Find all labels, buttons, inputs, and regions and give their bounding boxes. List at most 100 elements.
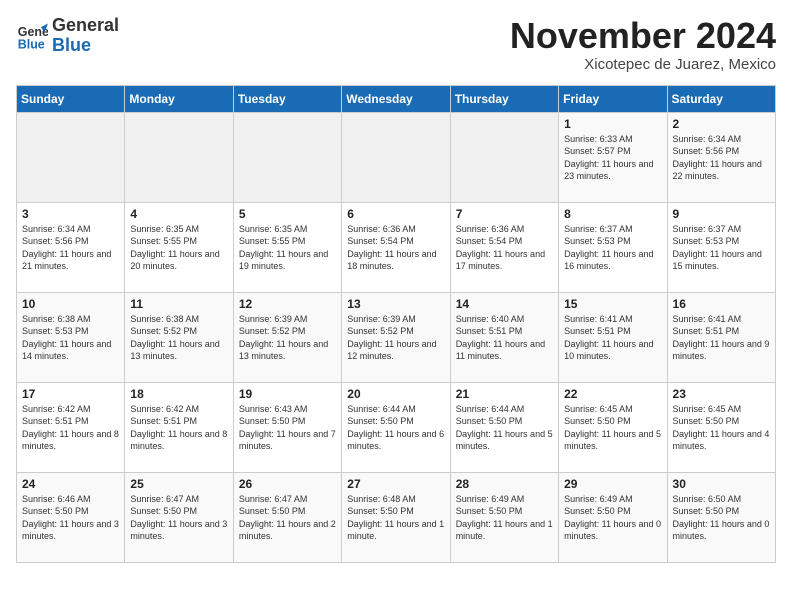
- day-number: 30: [673, 477, 770, 491]
- col-tuesday: Tuesday: [233, 85, 341, 112]
- day-cell: 29 Sunrise: 6:49 AM Sunset: 5:50 PM Dayli…: [559, 472, 667, 562]
- day-info: Sunrise: 6:37 AM Sunset: 5:53 PM Dayligh…: [673, 223, 770, 273]
- title-block: November 2024 Xicotepec de Juarez, Mexic…: [510, 16, 776, 73]
- day-info: Sunrise: 6:43 AM Sunset: 5:50 PM Dayligh…: [239, 403, 336, 453]
- day-number: 20: [347, 387, 444, 401]
- day-cell: [125, 112, 233, 202]
- day-number: 27: [347, 477, 444, 491]
- day-cell: 12 Sunrise: 6:39 AM Sunset: 5:52 PM Dayli…: [233, 292, 341, 382]
- day-info: Sunrise: 6:44 AM Sunset: 5:50 PM Dayligh…: [347, 403, 444, 453]
- day-cell: 11Sunrise: 6:38 AM Sunset: 5:52 PM Dayli…: [125, 292, 233, 382]
- day-info: Sunrise: 6:36 AM Sunset: 5:54 PM Dayligh…: [347, 223, 444, 273]
- day-info: Sunrise: 6:39 AM Sunset: 5:52 PM Dayligh…: [239, 313, 336, 363]
- day-number: 10: [22, 297, 119, 311]
- day-cell: 17Sunrise: 6:42 AM Sunset: 5:51 PM Dayli…: [17, 382, 125, 472]
- day-info: Sunrise: 6:41 AM Sunset: 5:51 PM Dayligh…: [673, 313, 770, 363]
- day-cell: 24 Sunrise: 6:46 AM Sunset: 5:50 PM Dayli…: [17, 472, 125, 562]
- day-number: 17: [22, 387, 119, 401]
- day-number: 15: [564, 297, 661, 311]
- day-info: Sunrise: 6:47 AM Sunset: 5:50 PM Dayligh…: [130, 493, 227, 543]
- day-info: Sunrise: 6:38 AM Sunset: 5:53 PM Dayligh…: [22, 313, 119, 363]
- day-number: 11: [130, 297, 227, 311]
- header-row: Sunday Monday Tuesday Wednesday Thursday…: [17, 85, 776, 112]
- day-cell: 16 Sunrise: 6:41 AM Sunset: 5:51 PM Dayli…: [667, 292, 775, 382]
- week-row-5: 24 Sunrise: 6:46 AM Sunset: 5:50 PM Dayli…: [17, 472, 776, 562]
- day-info: Sunrise: 6:34 AM Sunset: 5:56 PM Dayligh…: [673, 133, 770, 183]
- day-cell: 8 Sunrise: 6:37 AM Sunset: 5:53 PM Daylig…: [559, 202, 667, 292]
- day-cell: 7 Sunrise: 6:36 AM Sunset: 5:54 PM Daylig…: [450, 202, 558, 292]
- day-cell: 6Sunrise: 6:36 AM Sunset: 5:54 PM Daylig…: [342, 202, 450, 292]
- day-number: 23: [673, 387, 770, 401]
- day-info: Sunrise: 6:42 AM Sunset: 5:51 PM Dayligh…: [130, 403, 227, 453]
- day-number: 8: [564, 207, 661, 221]
- logo-blue-text: Blue: [52, 36, 119, 56]
- day-cell: 28 Sunrise: 6:49 AM Sunset: 5:50 PM Dayli…: [450, 472, 558, 562]
- day-cell: 1 Sunrise: 6:33 AM Sunset: 5:57 PM Daylig…: [559, 112, 667, 202]
- day-cell: 5Sunrise: 6:35 AM Sunset: 5:55 PM Daylig…: [233, 202, 341, 292]
- day-cell: 15 Sunrise: 6:41 AM Sunset: 5:51 PM Dayli…: [559, 292, 667, 382]
- day-cell: 9 Sunrise: 6:37 AM Sunset: 5:53 PM Daylig…: [667, 202, 775, 292]
- logo-text: General Blue: [52, 16, 119, 56]
- day-number: 2: [673, 117, 770, 131]
- day-cell: 25 Sunrise: 6:47 AM Sunset: 5:50 PM Dayli…: [125, 472, 233, 562]
- location-subtitle: Xicotepec de Juarez, Mexico: [510, 56, 776, 73]
- day-number: 7: [456, 207, 553, 221]
- calendar-body: 1 Sunrise: 6:33 AM Sunset: 5:57 PM Daylig…: [17, 112, 776, 562]
- col-wednesday: Wednesday: [342, 85, 450, 112]
- day-info: Sunrise: 6:39 AM Sunset: 5:52 PM Dayligh…: [347, 313, 444, 363]
- day-number: 9: [673, 207, 770, 221]
- day-number: 19: [239, 387, 336, 401]
- day-info: Sunrise: 6:41 AM Sunset: 5:51 PM Dayligh…: [564, 313, 661, 363]
- day-cell: 10 Sunrise: 6:38 AM Sunset: 5:53 PM Dayli…: [17, 292, 125, 382]
- day-number: 25: [130, 477, 227, 491]
- logo-general-text: General: [52, 16, 119, 36]
- header: General Blue General Blue November 2024 …: [16, 16, 776, 73]
- day-cell: 26 Sunrise: 6:47 AM Sunset: 5:50 PM Dayli…: [233, 472, 341, 562]
- svg-text:Blue: Blue: [18, 37, 45, 51]
- day-cell: 27Sunrise: 6:48 AM Sunset: 5:50 PM Dayli…: [342, 472, 450, 562]
- day-number: 12: [239, 297, 336, 311]
- day-number: 22: [564, 387, 661, 401]
- day-cell: 18 Sunrise: 6:42 AM Sunset: 5:51 PM Dayli…: [125, 382, 233, 472]
- day-number: 29: [564, 477, 661, 491]
- logo: General Blue General Blue: [16, 16, 119, 56]
- week-row-1: 1 Sunrise: 6:33 AM Sunset: 5:57 PM Daylig…: [17, 112, 776, 202]
- day-info: Sunrise: 6:37 AM Sunset: 5:53 PM Dayligh…: [564, 223, 661, 273]
- day-number: 18: [130, 387, 227, 401]
- day-info: Sunrise: 6:49 AM Sunset: 5:50 PM Dayligh…: [456, 493, 553, 543]
- day-info: Sunrise: 6:50 AM Sunset: 5:50 PM Dayligh…: [673, 493, 770, 543]
- day-info: Sunrise: 6:49 AM Sunset: 5:50 PM Dayligh…: [564, 493, 661, 543]
- day-info: Sunrise: 6:35 AM Sunset: 5:55 PM Dayligh…: [239, 223, 336, 273]
- day-cell: 13Sunrise: 6:39 AM Sunset: 5:52 PM Dayli…: [342, 292, 450, 382]
- day-info: Sunrise: 6:40 AM Sunset: 5:51 PM Dayligh…: [456, 313, 553, 363]
- month-title: November 2024: [510, 16, 776, 56]
- day-cell: 14Sunrise: 6:40 AM Sunset: 5:51 PM Dayli…: [450, 292, 558, 382]
- day-number: 21: [456, 387, 553, 401]
- col-sunday: Sunday: [17, 85, 125, 112]
- day-info: Sunrise: 6:45 AM Sunset: 5:50 PM Dayligh…: [673, 403, 770, 453]
- day-cell: [342, 112, 450, 202]
- col-saturday: Saturday: [667, 85, 775, 112]
- day-info: Sunrise: 6:44 AM Sunset: 5:50 PM Dayligh…: [456, 403, 553, 453]
- week-row-4: 17 Sunrise: 6:42 AM Sunset: 5:51 PM Dayli…: [17, 382, 776, 472]
- col-thursday: Thursday: [450, 85, 558, 112]
- day-cell: 21 Sunrise: 6:44 AM Sunset: 5:50 PM Dayli…: [450, 382, 558, 472]
- week-row-3: 10 Sunrise: 6:38 AM Sunset: 5:53 PM Dayli…: [17, 292, 776, 382]
- calendar-header: Sunday Monday Tuesday Wednesday Thursday…: [17, 85, 776, 112]
- col-friday: Friday: [559, 85, 667, 112]
- day-cell: 4 Sunrise: 6:35 AM Sunset: 5:55 PM Daylig…: [125, 202, 233, 292]
- day-number: 28: [456, 477, 553, 491]
- day-number: 1: [564, 117, 661, 131]
- day-info: Sunrise: 6:46 AM Sunset: 5:50 PM Dayligh…: [22, 493, 119, 543]
- day-info: Sunrise: 6:33 AM Sunset: 5:57 PM Dayligh…: [564, 133, 661, 183]
- day-number: 16: [673, 297, 770, 311]
- day-info: Sunrise: 6:45 AM Sunset: 5:50 PM Dayligh…: [564, 403, 661, 453]
- day-cell: 30 Sunrise: 6:50 AM Sunset: 5:50 PM Dayli…: [667, 472, 775, 562]
- day-number: 4: [130, 207, 227, 221]
- day-info: Sunrise: 6:36 AM Sunset: 5:54 PM Dayligh…: [456, 223, 553, 273]
- day-info: Sunrise: 6:35 AM Sunset: 5:55 PM Dayligh…: [130, 223, 227, 273]
- day-number: 26: [239, 477, 336, 491]
- day-number: 24: [22, 477, 119, 491]
- day-info: Sunrise: 6:34 AM Sunset: 5:56 PM Dayligh…: [22, 223, 119, 273]
- day-info: Sunrise: 6:47 AM Sunset: 5:50 PM Dayligh…: [239, 493, 336, 543]
